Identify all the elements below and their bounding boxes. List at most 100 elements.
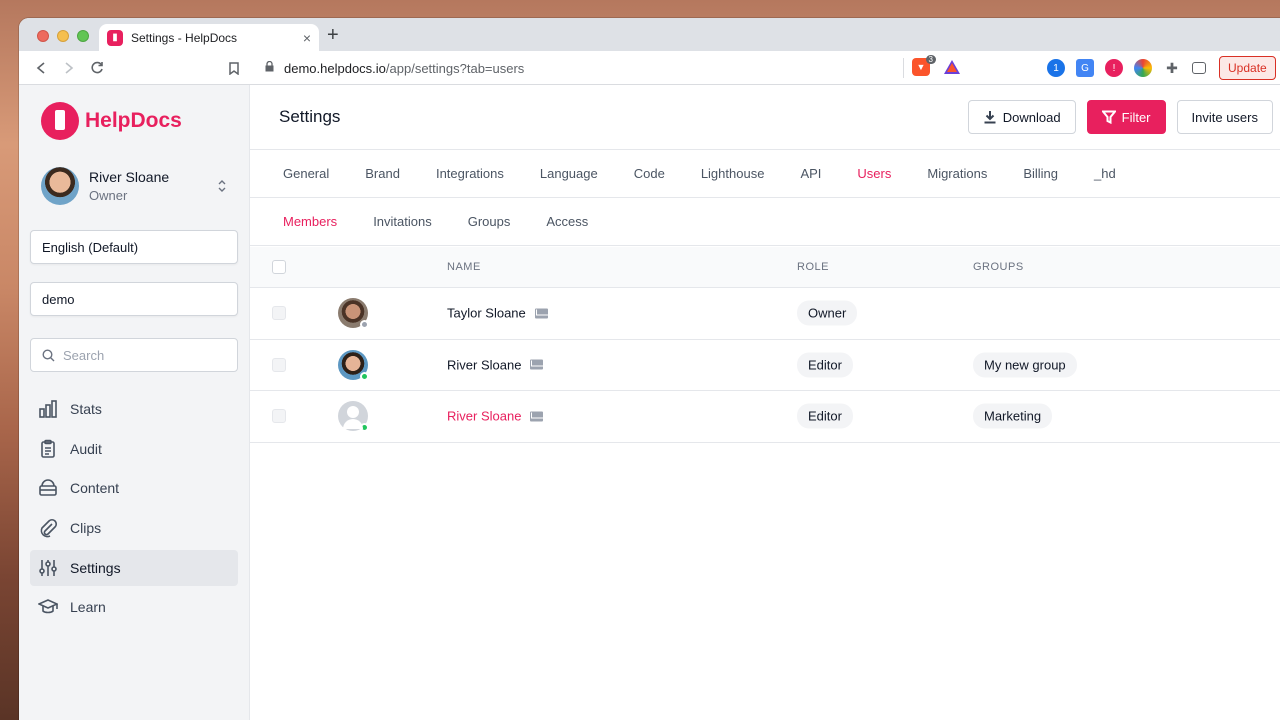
helpdocs-logo[interactable]: HelpDocs <box>41 102 182 140</box>
tab-hd[interactable]: _hd <box>1094 166 1116 181</box>
back-arrow-icon <box>36 61 45 74</box>
sidebar-item-settings[interactable]: Settings <box>30 549 238 586</box>
user-switcher[interactable]: River Sloane Owner <box>41 167 227 205</box>
users-subtabs: Members Invitations Groups Access <box>250 198 1280 246</box>
clipboard-icon <box>41 439 55 458</box>
tab-code[interactable]: Code <box>634 166 665 181</box>
archive-icon <box>39 479 57 497</box>
search-input[interactable] <box>63 347 213 363</box>
sidebar-item-content[interactable]: Content <box>30 470 238 506</box>
address-bar[interactable]: demo.helpdocs.io/app/settings?tab=users <box>259 55 965 81</box>
invite-users-button[interactable]: Invite users <box>1176 100 1273 134</box>
language-select[interactable]: English (Default) <box>30 230 238 264</box>
chart-icon <box>39 400 57 418</box>
maximize-window-button[interactable] <box>77 30 89 42</box>
wallet-icon[interactable] <box>1192 62 1206 74</box>
forward-button[interactable] <box>55 54 83 82</box>
puzzle-icon[interactable]: ✚ <box>1163 59 1181 77</box>
minimize-window-button[interactable] <box>57 30 69 42</box>
group-badge: My new group <box>973 352 1077 378</box>
role-badge: Editor <box>797 403 853 429</box>
close-tab-icon[interactable]: × <box>303 30 311 46</box>
sidebar-item-clips[interactable]: Clips <box>30 510 238 546</box>
member-name-cell: River Sloane <box>447 409 544 424</box>
helpdocs-logo-icon <box>41 102 79 140</box>
mail-icon[interactable] <box>534 308 548 319</box>
filter-button[interactable]: Filter <box>1086 100 1166 134</box>
tab-brand[interactable]: Brand <box>365 166 400 181</box>
subtab-members[interactable]: Members <box>283 214 337 229</box>
member-name[interactable]: Taylor Sloane <box>447 306 526 321</box>
member-name-link[interactable]: River Sloane <box>447 409 521 424</box>
user-info: River Sloane Owner <box>89 169 217 203</box>
site-select[interactable]: demo <box>30 282 238 316</box>
user-name: River Sloane <box>89 169 170 185</box>
browser-tab[interactable]: ▮ Settings - HelpDocs × <box>99 24 319 51</box>
subtab-invitations[interactable]: Invitations <box>373 214 432 229</box>
tab-general[interactable]: General <box>283 166 329 181</box>
bookmark-icon[interactable] <box>225 59 243 77</box>
tab-lighthouse[interactable]: Lighthouse <box>701 166 765 181</box>
subtab-access[interactable]: Access <box>546 214 588 229</box>
chevron-up-down-icon <box>218 180 226 192</box>
sidebar-item-stats[interactable]: Stats <box>30 391 238 427</box>
table-row[interactable]: River Sloane Editor Marketing <box>250 391 1280 443</box>
close-window-button[interactable] <box>37 30 49 42</box>
omnibox-divider <box>903 58 904 78</box>
role-badge: Owner <box>797 300 858 326</box>
search-field[interactable] <box>30 338 238 372</box>
status-online-dot <box>360 423 369 433</box>
member-name[interactable]: River Sloane <box>447 357 521 372</box>
url-path: /app/settings?tab=users <box>385 60 525 76</box>
avatar <box>41 167 79 205</box>
back-button[interactable] <box>27 54 55 82</box>
select-all-checkbox[interactable] <box>272 260 286 274</box>
browser-toolbar: demo.helpdocs.io/app/settings?tab=users … <box>19 51 1280 85</box>
tab-integrations[interactable]: Integrations <box>436 166 504 181</box>
tab-title: Settings - HelpDocs <box>131 30 238 45</box>
helpdocs-favicon-icon: ▮ <box>107 29 123 46</box>
filter-icon <box>1101 110 1116 124</box>
sidebar-item-audit[interactable]: Audit <box>30 431 238 467</box>
column-role: ROLE <box>797 261 829 273</box>
table-row[interactable]: Taylor Sloane Owner <box>250 288 1280 340</box>
role-badge: Editor <box>797 352 853 378</box>
sidebar-item-label: Content <box>70 480 120 497</box>
new-tab-button[interactable]: + <box>327 25 339 45</box>
members-table: NAME ROLE GROUPS Taylor Sloane Owner Riv… <box>250 247 1280 443</box>
mail-icon[interactable] <box>530 359 544 370</box>
mail-icon[interactable] <box>530 411 544 422</box>
column-name: NAME <box>447 261 481 273</box>
sidebar-item-label: Learn <box>70 599 106 616</box>
lock-icon <box>265 60 274 75</box>
helpdocs-extension-icon[interactable]: ! <box>1105 59 1123 77</box>
row-checkbox[interactable] <box>272 306 286 321</box>
filter-label: Filter <box>1121 109 1151 125</box>
sidebar-item-learn[interactable]: Learn <box>30 589 238 625</box>
row-checkbox[interactable] <box>272 409 286 424</box>
row-checkbox[interactable] <box>272 357 286 372</box>
brave-rewards-icon[interactable] <box>943 58 961 76</box>
status-offline-dot <box>360 320 369 330</box>
tab-users[interactable]: Users <box>857 166 891 181</box>
subtab-groups[interactable]: Groups <box>468 214 511 229</box>
update-button[interactable]: Update <box>1219 56 1276 80</box>
download-button[interactable]: Download <box>967 100 1076 134</box>
sidebar: HelpDocs River Sloane Owner English (Def… <box>19 85 250 720</box>
download-icon <box>984 111 996 124</box>
member-name-cell: River Sloane <box>447 357 544 372</box>
tab-migrations[interactable]: Migrations <box>927 166 987 181</box>
translate-icon[interactable]: G <box>1076 59 1094 77</box>
column-groups: GROUPS <box>973 261 1024 273</box>
tab-language[interactable]: Language <box>540 166 598 181</box>
brave-shield-icon[interactable]: ▼ 3 <box>912 55 936 76</box>
reload-icon <box>91 61 103 73</box>
reload-button[interactable] <box>83 54 111 82</box>
tab-api[interactable]: API <box>800 166 821 181</box>
tab-billing[interactable]: Billing <box>1023 166 1058 181</box>
table-row[interactable]: River Sloane Editor My new group <box>250 340 1280 391</box>
color-picker-icon[interactable] <box>1134 59 1152 77</box>
default-avatar-icon <box>338 401 369 433</box>
password-manager-icon[interactable]: 1 <box>1047 59 1065 77</box>
page-header: Settings Download Filter Invite users <box>250 85 1280 150</box>
